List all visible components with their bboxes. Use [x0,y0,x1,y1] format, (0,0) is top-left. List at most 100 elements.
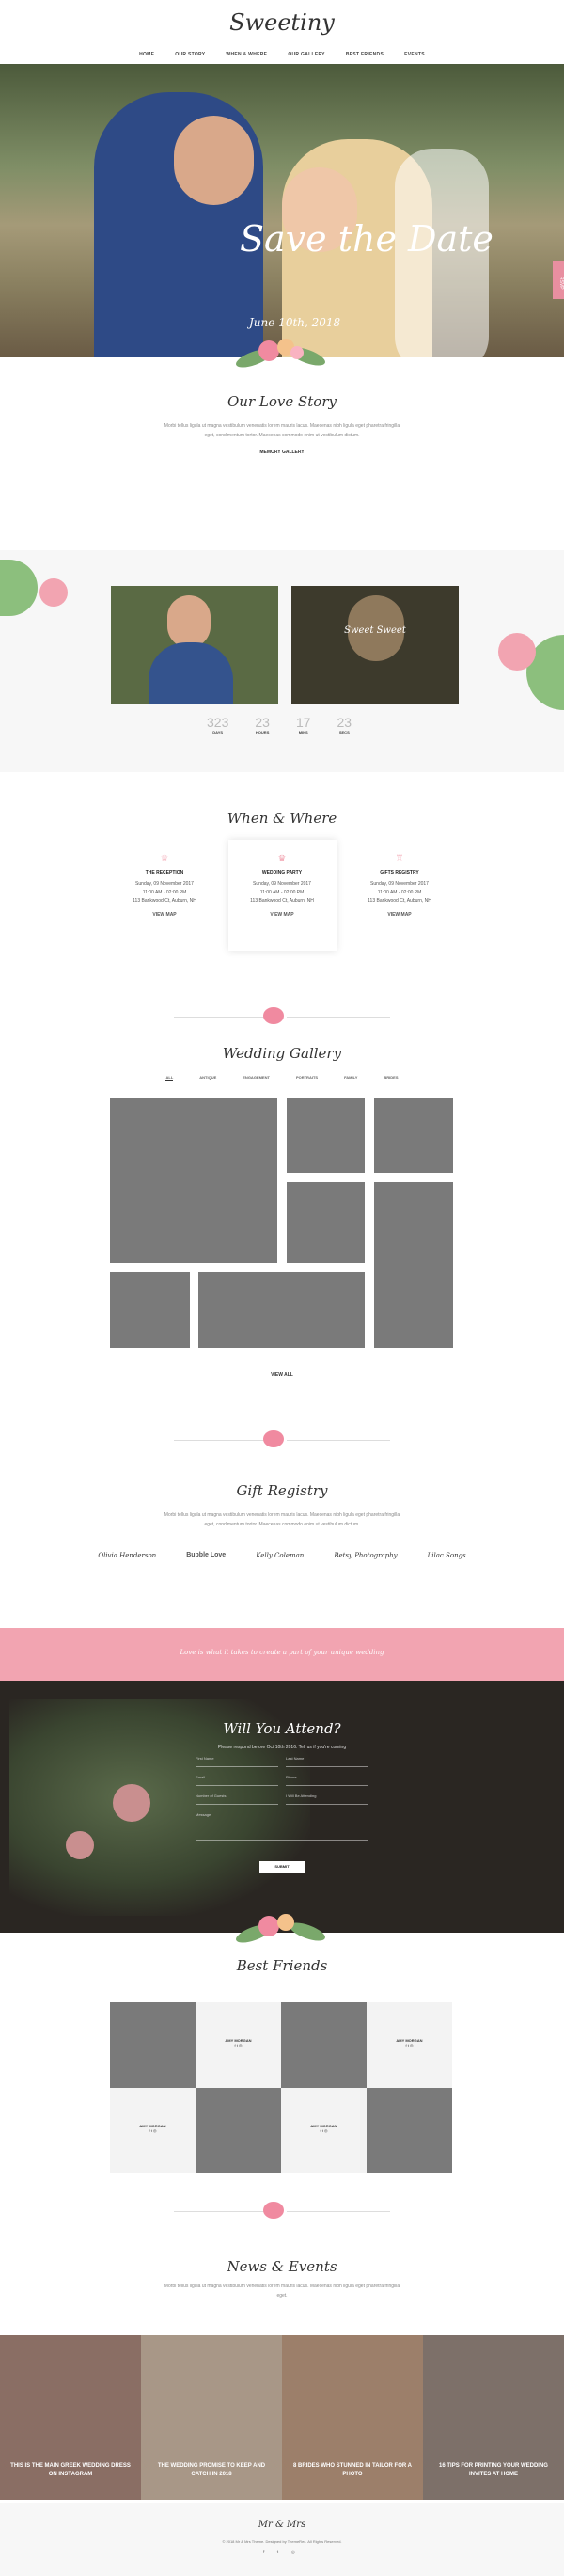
last-name-field[interactable]: Last Name [286,1756,368,1767]
friend-photo[interactable] [281,2002,367,2088]
flower-bouquet-icon [230,1906,334,1952]
dress-icon: ♛ [277,854,287,864]
partner-logo[interactable]: Kelly Coleman [256,1552,304,1559]
header: Sweetiny HOME OUR STORY WHEN & WHERE OUR… [0,0,564,64]
tab-antique[interactable]: ANTIQUE [199,1075,216,1081]
attending-select[interactable]: I Will Be Attending [286,1794,368,1805]
view-all-button[interactable]: VIEW ALL [254,1372,310,1378]
when-title: When & Where [227,810,337,827]
footer-logo[interactable]: Mr & Mrs [0,2520,564,2530]
countdown-mins: 17 MINS [295,715,311,735]
tab-all[interactable]: ALL [165,1075,174,1081]
gallery-image[interactable] [110,1272,190,1348]
gallery-image[interactable] [374,1182,453,1348]
registry-title: Gift Registry [236,1482,328,1499]
gallery-image[interactable] [374,1098,453,1173]
news-card[interactable]: THE WEDDING PROMISE TO KEEP AND CATCH IN… [141,2335,282,2500]
friends-section: Best Friends AMY MORGAN f t ◎ AMY MORGAN f… [0,1957,564,2333]
first-name-field[interactable]: First Name [196,1756,278,1767]
hero-section: Save the Date June 10th, 2018 RSVP [0,64,564,357]
hero-groom-head [174,116,254,205]
friend-card: AMY MORGAN f t ◎ [367,2002,452,2088]
rsvp-title: Will You Attend? [223,1720,341,1737]
nav-gallery[interactable]: OUR GALLERY [288,52,325,57]
nav-when-where[interactable]: WHEN & WHERE [226,52,267,57]
flower-divider [0,988,564,1045]
event-card-reception: ♕ THE RECEPTION Sunday, 09 November 2017 1… [111,840,219,951]
nav-events[interactable]: EVENTS [404,52,425,57]
countdown-secs: 23 SECS [337,715,352,735]
countdown: 323 DAYS 23 HOURS 17 MINS 23 SECS [207,715,352,735]
gallery-image[interactable] [198,1272,365,1348]
registry-logos: Olivia Henderson Bubble Love Kelly Colem… [0,1552,564,1559]
site-logo[interactable]: Sweetiny [0,9,564,36]
registry-text: Morbi tellus ligula ut magna vestibulum … [164,1512,400,1527]
gallery-tabs: ALL ANTIQUE ENGAGEMENT PORTRAITS FAMILY … [0,1075,564,1081]
main-nav: HOME OUR STORY WHEN & WHERE OUR GALLERY … [0,52,564,57]
event-card-party: ♛ WEDDING PARTY Sunday, 09 November 2017 1… [228,840,337,951]
tab-family[interactable]: FAMILY [344,1075,357,1081]
submit-button[interactable]: SUBMIT [259,1861,305,1873]
news-text: Morbi tellus ligula ut magna vestibulum … [164,2284,400,2299]
nav-home[interactable]: HOME [139,52,154,57]
partner-logo[interactable]: Lilac Songs [428,1552,466,1559]
nav-our-story[interactable]: OUR STORY [175,52,205,57]
message-field[interactable]: Message [196,1812,368,1841]
tab-brides[interactable]: BRIDES [384,1075,398,1081]
view-map-link[interactable]: VIEW MAP [228,911,337,920]
friend-card: AMY MORGAN f t ◎ [281,2088,367,2173]
registry-section: Gift Registry Morbi tellus ligula ut mag… [0,1463,564,1628]
footer-social-icons[interactable]: f t ◎ [0,2550,564,2555]
nav-best-friends[interactable]: BEST FRIENDS [346,52,384,57]
friend-card: AMY MORGAN f t ◎ [196,2002,281,2088]
flower-icon [263,2202,284,2219]
story-text: Morbi tellus ligula ut magna vestibulum … [164,423,400,438]
countdown-hours: 23 HOURS [255,715,270,735]
email-field[interactable]: Email [196,1775,278,1786]
social-icons[interactable]: f t ◎ [110,2128,196,2133]
friend-photo[interactable] [367,2088,452,2173]
gallery-image[interactable] [287,1098,365,1173]
phone-field[interactable]: Phone [286,1775,368,1786]
flower-icon [263,1007,284,1024]
story-section: Our Love Story Morbi tellus ligula ut ma… [0,376,564,550]
view-map-link[interactable]: VIEW MAP [346,911,454,920]
friend-card: AMY MORGAN f t ◎ [110,2088,196,2173]
copyright: © 2018 Mr & Mrs Theme. Designed by Theme… [222,2539,342,2544]
gallery-section: Wedding Gallery ALL ANTIQUE ENGAGEMENT P… [0,1045,564,1416]
gallery-image[interactable] [287,1182,365,1263]
news-card[interactable]: THIS IS THE MAIN GREEK WEDDING DRESS ON … [0,2335,141,2500]
side-tab[interactable]: RSVP [553,261,564,299]
tab-portraits[interactable]: PORTRAITS [296,1075,318,1081]
partner-logo[interactable]: Betsy Photography [334,1552,397,1559]
social-icons[interactable]: f t ◎ [281,2128,367,2133]
gallery-title: Wedding Gallery [222,1045,342,1062]
guests-field[interactable]: Number of Guests [196,1794,278,1805]
when-where-section: When & Where ♕ THE RECEPTION Sunday, 09 N… [0,772,564,988]
news-card[interactable]: 8 BRIDES WHO STUNNED IN TAILOR FOR A PHO… [282,2335,423,2500]
hero-title: Save the Date [240,218,494,260]
event-card-gifts: ♖ GIFTS REGISTRY Sunday, 09 November 2017… [346,840,454,951]
view-map-link[interactable]: VIEW MAP [111,911,219,920]
groom-photo [111,586,278,704]
friend-photo[interactable] [196,2088,281,2173]
flower-bouquet-icon [230,331,334,376]
rose-decor-left [39,578,68,607]
rsvp-subtitle: Please respond before Oct 10th 2016. Tel… [217,1745,347,1750]
social-icons[interactable]: f t ◎ [196,2043,281,2047]
social-icons[interactable]: f t ◎ [367,2043,452,2047]
countdown-days: 323 DAYS [207,715,229,735]
flower-icon [263,1430,284,1447]
tab-engagement[interactable]: ENGAGEMENT [243,1075,270,1081]
bride-name: Sweet Sweet [344,625,406,636]
partner-logo[interactable]: Bubble Love [186,1552,226,1559]
gift-icon: ♖ [395,854,404,864]
memory-gallery-button[interactable]: MEMORY GALLERY [254,450,310,455]
cake-icon: ♕ [160,854,169,864]
partner-logo[interactable]: Olivia Henderson [98,1552,156,1559]
news-card[interactable]: 16 TIPS FOR PRINTING YOUR WEDDING INVITE… [423,2335,564,2500]
leaf-decor-left [0,560,38,616]
friend-photo[interactable] [110,2002,196,2088]
gallery-image[interactable] [110,1098,277,1263]
couple-section: Sweet Sweet 323 DAYS 23 HOURS 17 MINS 23 SEC… [0,550,564,772]
